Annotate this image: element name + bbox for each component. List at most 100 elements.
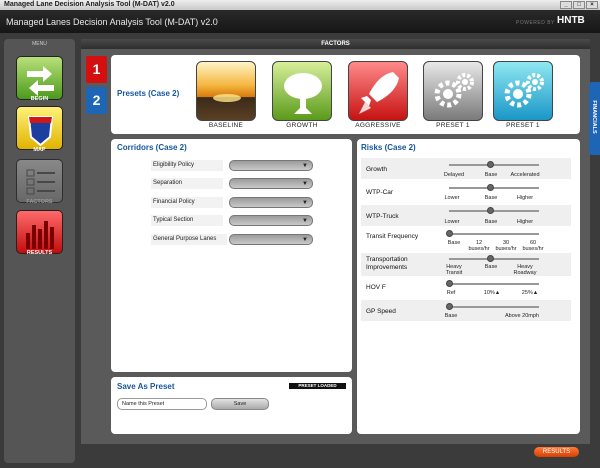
transit-frequency-label: Transit Frequency [366,233,419,240]
corridors-panel [111,139,352,372]
tree-icon [284,73,322,114]
transportation-improvements-label: Transportation Improvements [366,256,408,271]
chevron-down-icon: ▼ [302,181,308,187]
tick-label: 10%▲ [483,290,501,296]
eligibility-policy-select[interactable]: ▼ [229,160,313,171]
typical-section-select[interactable]: ▼ [229,215,313,226]
bar-chart-icon [26,221,54,249]
powered-by-label: POWERED BY [516,20,555,26]
presets-title: Presets (Case 2) [117,89,180,98]
window-title: Managed Lane Decision Analysis Tool (M-D… [4,1,175,8]
wtp-car-label: WTP-Car [366,189,394,196]
growth-slider-track[interactable] [449,164,539,166]
growth-slider-thumb[interactable] [487,161,494,168]
preset-aggressive-label: AGGRESSIVE [355,122,401,129]
gp-speed-slider-thumb[interactable] [446,303,453,310]
gears-icon [504,73,544,108]
menu-title: MENU [32,41,47,47]
tick-label: 60 buses/hr [522,240,544,252]
tick-label: Delayed [443,172,465,178]
checklist-icon [26,169,55,195]
general-purpose-lanes-select[interactable]: ▼ [229,234,313,245]
hov-f-label: HOV F [366,284,386,291]
preset-baseline-label: BASELINE [208,122,244,129]
eligibility-policy-label: Eligibility Policy [153,162,195,168]
save-button[interactable]: Save [211,398,269,410]
preset-baseline-button[interactable] [196,61,256,121]
chevron-down-icon: ▼ [302,200,308,206]
nav-begin-button[interactable] [16,56,63,100]
tick-label: Base [484,195,498,201]
hov-f-slider-track[interactable] [449,283,539,285]
hov-f-slider-thumb[interactable] [446,280,453,287]
financials-tab-label: FINANCIALS [591,100,597,134]
preset-1-button[interactable] [423,61,483,121]
step-1-button[interactable]: 1 [86,56,107,83]
financial-policy-select[interactable]: ▼ [229,197,313,208]
tick-label: Above 20mph [505,313,539,319]
general-purpose-lanes-label: General Purpose Lanes [153,236,217,242]
chevron-down-icon: ▼ [302,163,308,169]
financial-policy-label: Financial Policy [153,199,195,205]
tick-label: Lower [444,195,460,201]
preset-growth-label: GROWTH [286,122,318,129]
preset-loaded-badge: PRESET LOADED [289,383,346,389]
nav-map-button[interactable] [16,106,63,150]
preset-1b-button[interactable] [493,61,553,121]
wtp-car-slider-thumb[interactable] [487,184,494,191]
save-preset-title: Save As Preset [117,382,175,391]
preset-aggressive-button[interactable] [348,61,408,121]
interstate-shield-icon [27,116,54,147]
app-title: Managed Lanes Decision Analysis Tool (M-… [6,17,218,27]
wtp-truck-slider-track[interactable] [449,210,539,212]
tick-label: Higher [516,219,534,225]
tick-label: Base [484,172,498,178]
close-button[interactable]: × [586,1,598,9]
nav-results-button[interactable] [16,210,63,254]
preset-name-input[interactable] [117,398,207,410]
separation-label: Separation [153,180,183,186]
nav-begin-label: BEGIN [30,96,49,102]
gears-icon [434,73,474,108]
tick-label: 30 buses/hr [495,240,517,252]
tick-label: Base [447,240,461,246]
brand-logo: HNTB [557,15,585,26]
maximize-button[interactable]: □ [573,1,585,9]
tick-label: Heavy Roadway [513,264,537,276]
sunset-icon [213,94,241,102]
gp-speed-slider-track[interactable] [449,306,539,308]
tick-label: Accelerated [510,172,540,178]
gp-speed-label: GP Speed [366,308,396,315]
tick-label: Heavy Transit [445,264,463,276]
nav-factors-button[interactable] [16,159,63,203]
transportation-improvements-slider-thumb[interactable] [487,255,494,262]
tick-label: 12 buses/hr [468,240,490,252]
tick-label: Higher [516,195,534,201]
risks-panel [357,139,580,434]
wtp-truck-label: WTP-Truck [366,213,399,220]
transit-frequency-slider-thumb[interactable] [446,230,453,237]
step-2-button[interactable]: 2 [86,87,107,114]
tick-label: Base [484,219,498,225]
financials-tab[interactable]: FINANCIALS [589,82,600,155]
separation-select[interactable]: ▼ [229,178,313,189]
tick-label: Ref [446,290,456,296]
chevron-down-icon: ▼ [302,237,308,243]
growth-label: Growth [366,166,387,173]
wtp-truck-slider-thumb[interactable] [487,207,494,214]
tick-label: Base [484,264,498,270]
transit-frequency-slider-track[interactable] [449,233,539,235]
preset-1-label: PRESET 1 [436,122,470,129]
window-titlebar: Managed Lane Decision Analysis Tool (M-D… [0,0,600,10]
preset-growth-button[interactable] [272,61,332,121]
wtp-car-slider-track[interactable] [449,187,539,189]
results-button[interactable]: RESULTS [534,447,579,457]
nav-map-label: MAP [33,147,46,153]
chevron-down-icon: ▼ [302,218,308,224]
transportation-improvements-slider-track[interactable] [449,258,539,260]
risks-title: Risks (Case 2) [361,143,416,152]
tick-label: Base [444,313,458,319]
typical-section-label: Typical Section [153,217,194,223]
tick-label: Lower [444,219,460,225]
minimize-button[interactable]: _ [560,1,572,9]
